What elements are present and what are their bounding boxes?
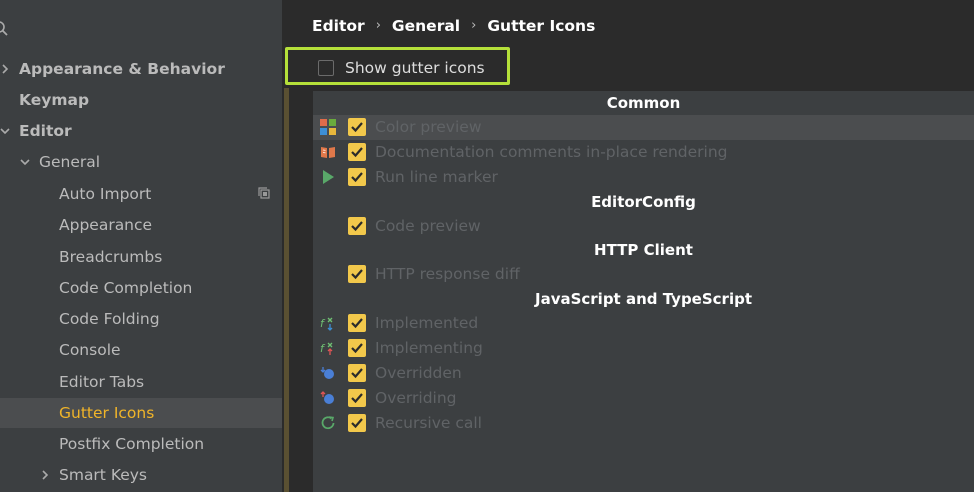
sidebar-item-label: Gutter Icons	[59, 404, 155, 422]
overridden-icon	[320, 367, 334, 379]
group-header-common: Common	[606, 94, 681, 112]
list-item[interactable]: f Implemented	[313, 311, 974, 336]
list-item[interactable]: Overridden	[313, 361, 974, 386]
row-label: Overriding	[375, 389, 457, 407]
sidebar-item-label: Console	[59, 341, 121, 359]
sidebar-item-postfix-completion[interactable]: Postfix Completion	[0, 429, 282, 459]
sidebar-item-label: Auto Import	[59, 185, 152, 203]
list-item[interactable]: Documentation comments in-place renderin…	[313, 140, 974, 165]
chevron-down-icon[interactable]	[19, 147, 31, 177]
sidebar-item-label: Breadcrumbs	[59, 248, 163, 266]
breadcrumb-separator: ›	[471, 18, 477, 33]
sidebar-item-code-completion[interactable]: Code Completion	[0, 273, 282, 303]
overriding-icon	[320, 391, 334, 404]
sidebar-item-auto-import[interactable]: Auto Import	[0, 179, 282, 209]
checkbox-checked[interactable]	[348, 168, 366, 186]
chevron-right-icon[interactable]	[0, 54, 11, 84]
sidebar-item-appearance-behavior[interactable]: Appearance & Behavior	[0, 54, 282, 84]
list-item[interactable]: Overriding	[313, 386, 974, 411]
settings-sidebar: Appearance & Behavior Keymap Editor Gene…	[0, 0, 290, 492]
breadcrumb-separator: ›	[375, 18, 381, 33]
sidebar-item-smart-keys[interactable]: Smart Keys	[0, 460, 282, 490]
breadcrumb-item-general[interactable]: General	[392, 15, 460, 37]
list-item[interactable]: HTTP response diff	[313, 262, 974, 287]
chevron-down-icon[interactable]	[0, 116, 11, 146]
sidebar-item-general[interactable]: General	[0, 147, 282, 177]
sidebar-item-label: Keymap	[19, 91, 90, 109]
row-label: HTTP response diff	[375, 265, 520, 283]
implementing-icon: f	[320, 342, 333, 355]
breadcrumb-item-gutter-icons: Gutter Icons	[487, 17, 596, 35]
list-item[interactable]: f Implementing	[313, 336, 974, 361]
group-header-http-client: HTTP Client	[594, 241, 693, 259]
sidebar-item-label: Editor	[19, 122, 72, 140]
sidebar-item-label: Code Completion	[59, 279, 193, 297]
group-header-javascript-typescript: JavaScript and TypeScript	[534, 290, 752, 308]
row-label: Color preview	[375, 118, 482, 136]
breadcrumb: Editor › General › Gutter Icons	[312, 15, 595, 37]
checkbox-checked[interactable]	[348, 143, 366, 161]
row-label: Recursive call	[375, 414, 482, 432]
sidebar-scrollbar[interactable]	[284, 88, 289, 492]
row-label: Run line marker	[375, 168, 498, 186]
row-label: Implemented	[375, 314, 479, 332]
row-label: Implementing	[375, 339, 483, 357]
checkbox-checked[interactable]	[348, 217, 366, 235]
sidebar-item-label: Code Folding	[59, 310, 160, 328]
sidebar-item-console[interactable]: Console	[0, 335, 282, 365]
sidebar-item-code-folding[interactable]: Code Folding	[0, 304, 282, 334]
row-label: Overridden	[375, 364, 462, 382]
book-icon	[321, 147, 335, 158]
sidebar-item-label: Editor Tabs	[59, 373, 145, 391]
list-item[interactable]: Run line marker	[313, 165, 974, 190]
svg-text:f: f	[320, 342, 326, 355]
checkbox-checked[interactable]	[348, 364, 366, 382]
sidebar-item-label: General	[39, 153, 101, 171]
chevron-right-icon[interactable]	[39, 460, 51, 490]
checkbox-checked[interactable]	[348, 314, 366, 332]
group-header-editorconfig: EditorConfig	[591, 193, 696, 211]
sidebar-item-label: Appearance	[59, 216, 153, 234]
search-icon[interactable]	[0, 20, 12, 38]
sidebar-item-keymap[interactable]: Keymap	[0, 85, 282, 115]
sidebar-item-appearance[interactable]: Appearance	[0, 210, 282, 240]
checkbox-checked[interactable]	[348, 339, 366, 357]
copy-icon	[258, 187, 270, 199]
sidebar-item-editor[interactable]: Editor	[0, 116, 282, 146]
sidebar-item-breadcrumbs[interactable]: Breadcrumbs	[0, 242, 282, 272]
sidebar-item-label: Postfix Completion	[59, 435, 205, 453]
settings-content: Editor › General › Gutter Icons Show gutter …	[285, 0, 974, 492]
list-item[interactable]: Recursive call	[313, 411, 974, 436]
implemented-icon: f	[320, 317, 333, 331]
list-item[interactable]: Code preview	[313, 214, 974, 239]
sidebar-item-editor-tabs[interactable]: Editor Tabs	[0, 367, 282, 397]
color-palette-icon	[320, 119, 336, 135]
sidebar-item-gutter-icons[interactable]: Gutter Icons	[0, 398, 290, 428]
show-gutter-icons-checkbox[interactable]	[318, 60, 334, 76]
sidebar-item-label: Smart Keys	[59, 466, 147, 484]
row-label: Documentation comments in-place renderin…	[375, 143, 728, 161]
row-label: Code preview	[375, 217, 481, 235]
list-item[interactable]: Color preview	[313, 115, 974, 140]
gutter-icons-list: Common Color preview Documentation comme…	[313, 91, 974, 492]
breadcrumb-item-editor[interactable]: Editor	[312, 15, 365, 37]
checkbox-checked[interactable]	[348, 118, 366, 136]
checkbox-checked[interactable]	[348, 389, 366, 407]
checkbox-checked[interactable]	[348, 414, 366, 432]
sidebar-item-label: Appearance & Behavior	[19, 60, 225, 78]
checkbox-checked[interactable]	[348, 265, 366, 283]
run-icon	[323, 170, 334, 184]
svg-text:f: f	[320, 317, 326, 330]
recursive-call-icon	[321, 416, 335, 430]
show-gutter-icons-label[interactable]: Show gutter icons	[345, 57, 485, 79]
